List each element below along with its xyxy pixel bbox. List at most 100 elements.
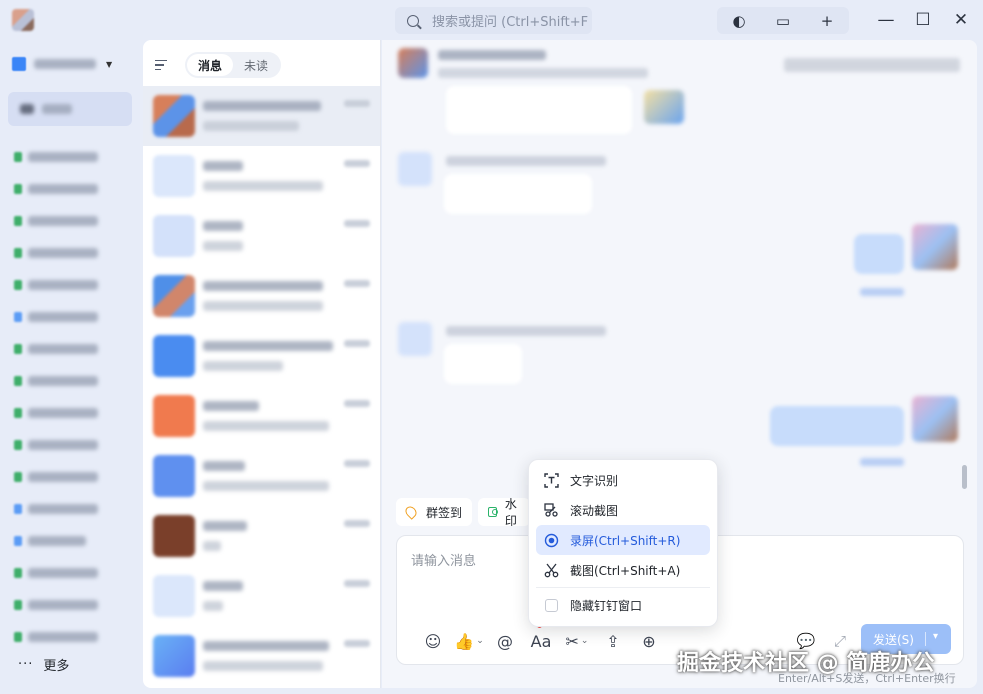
conversation-avatar	[153, 335, 195, 377]
nav-item[interactable]	[14, 468, 98, 486]
conversation-avatar	[153, 455, 195, 497]
nav-item[interactable]	[14, 212, 98, 230]
nav-item[interactable]	[14, 148, 98, 166]
conversation-item[interactable]	[143, 86, 380, 146]
conversation-title-blurred	[203, 281, 323, 291]
sender-name-blurred	[446, 156, 606, 166]
conversation-preview-blurred	[203, 541, 221, 551]
conversation-title-blurred	[203, 101, 321, 111]
conversation-item[interactable]	[143, 326, 380, 386]
scroll-screenshot-icon	[543, 502, 559, 518]
conversation-time-blurred	[344, 280, 370, 287]
nav-item[interactable]	[14, 276, 98, 294]
menu-item-hide-window[interactable]: 隐藏钉钉窗口	[536, 590, 710, 620]
menu-item-screenshot[interactable]: 截图(Ctrl+Shift+A)	[536, 555, 710, 585]
minimize-button[interactable]: —	[873, 8, 899, 32]
conversation-avatar	[153, 515, 195, 557]
organization-switcher[interactable]: ▼	[12, 52, 132, 76]
conversation-avatar	[153, 155, 195, 197]
screen-share-button[interactable]: ▭	[761, 7, 805, 34]
conversation-item[interactable]	[143, 146, 380, 206]
nav-item[interactable]	[14, 628, 98, 646]
nav-item[interactable]	[14, 500, 98, 518]
conversation-time-blurred	[344, 220, 370, 227]
tab-messages[interactable]: 消息	[187, 54, 234, 76]
menu-item-screen-record[interactable]: 录屏(Ctrl+Shift+R)	[536, 525, 710, 555]
checkbox[interactable]	[543, 597, 559, 613]
nav-item[interactable]	[14, 180, 98, 198]
nav-item[interactable]	[14, 404, 98, 422]
nav-item[interactable]	[14, 564, 98, 582]
conversation-item[interactable]	[143, 206, 380, 266]
nav-item[interactable]	[14, 308, 98, 326]
conversation-preview-blurred	[203, 241, 243, 251]
org-name-blurred	[34, 59, 96, 69]
menu-item-text-recognition[interactable]: 文字识别	[536, 465, 710, 495]
send-options-icon[interactable]: ▾	[933, 631, 938, 642]
mention-icon[interactable]: @	[487, 629, 523, 653]
search-icon	[407, 14, 419, 27]
chat-header-actions-blurred[interactable]	[784, 58, 960, 72]
like-icon[interactable]: 👍 ⌄	[451, 629, 487, 653]
nav-item[interactable]	[14, 436, 98, 454]
watermark-camera-button[interactable]: 水印	[478, 498, 530, 526]
message-input[interactable]: 请输入消息	[411, 550, 476, 569]
location-pin-icon	[403, 504, 419, 520]
nav-dot-icon	[14, 344, 22, 354]
conversation-tabs: 消息 未读	[155, 52, 282, 78]
checkbox-box	[544, 598, 558, 612]
close-button[interactable]: ✕	[948, 8, 974, 32]
maximize-button[interactable]: ☐	[910, 8, 936, 32]
group-checkin-button[interactable]: 群签到	[396, 498, 472, 526]
top-action-group: ◐ ▭ +	[717, 7, 849, 34]
conversation-item[interactable]	[143, 506, 380, 566]
send-shortcut-hint: Enter/Alt+S发送，Ctrl+Enter换行	[778, 672, 956, 685]
nav-dot-icon	[14, 184, 22, 194]
chat-scrollbar[interactable]	[962, 465, 967, 489]
conversation-item[interactable]	[143, 626, 380, 686]
emoji-icon[interactable]: ☺	[415, 629, 451, 653]
nav-item-messages[interactable]	[8, 92, 132, 126]
nav-dot-icon	[14, 152, 22, 162]
nav-icon	[20, 104, 34, 114]
nav-label-blurred	[28, 472, 98, 482]
conversation-item[interactable]	[143, 446, 380, 506]
menu-item-scroll-screenshot[interactable]: 滚动截图	[536, 495, 710, 525]
image-thumbnail[interactable]	[644, 90, 684, 124]
font-format-icon[interactable]: Aa	[523, 623, 559, 653]
more-label: 更多	[43, 659, 70, 674]
conversation-time-blurred	[344, 100, 370, 107]
tab-unread[interactable]: 未读	[233, 54, 279, 76]
conversation-item[interactable]	[143, 566, 380, 626]
nav-label-blurred	[42, 104, 72, 114]
title-bar: 搜索或提问 (Ctrl+Shift+F ◐ ▭ + — ☐ ✕	[0, 0, 983, 40]
nav-dot-icon	[14, 632, 22, 642]
user-avatar[interactable]	[12, 9, 34, 31]
conversation-avatar	[153, 395, 195, 437]
nav-dot-icon	[14, 312, 22, 322]
conversation-time-blurred	[344, 460, 370, 467]
search-box[interactable]: 搜索或提问 (Ctrl+Shift+F	[395, 7, 592, 34]
nav-item[interactable]	[14, 372, 98, 390]
conversation-preview-blurred	[203, 481, 329, 491]
nav-dot-icon	[14, 440, 22, 450]
nav-dot-icon	[14, 600, 22, 610]
chevron-down-icon: ⌄	[580, 636, 589, 646]
screenshot-scissors-icon[interactable]: ✂ ⌄	[559, 629, 595, 653]
add-button[interactable]: +	[805, 7, 849, 34]
conversation-item[interactable]	[143, 386, 380, 446]
filter-icon[interactable]	[155, 55, 175, 75]
menu-item-label: 滚动截图	[570, 503, 619, 518]
nav-item[interactable]	[14, 340, 98, 358]
chat-title-blurred	[438, 50, 546, 60]
my-avatar	[912, 396, 958, 442]
upload-file-icon[interactable]: ⇪	[595, 629, 631, 653]
more-button[interactable]: ··· 更多	[18, 655, 69, 674]
conversation-item[interactable]	[143, 266, 380, 326]
nav-dot-icon	[14, 216, 22, 226]
add-circle-icon[interactable]: ⊕	[631, 629, 667, 653]
nav-item[interactable]	[14, 244, 98, 262]
ai-assistant-button[interactable]: ◐	[717, 7, 761, 34]
nav-item[interactable]	[14, 532, 86, 550]
nav-item[interactable]	[14, 596, 98, 614]
